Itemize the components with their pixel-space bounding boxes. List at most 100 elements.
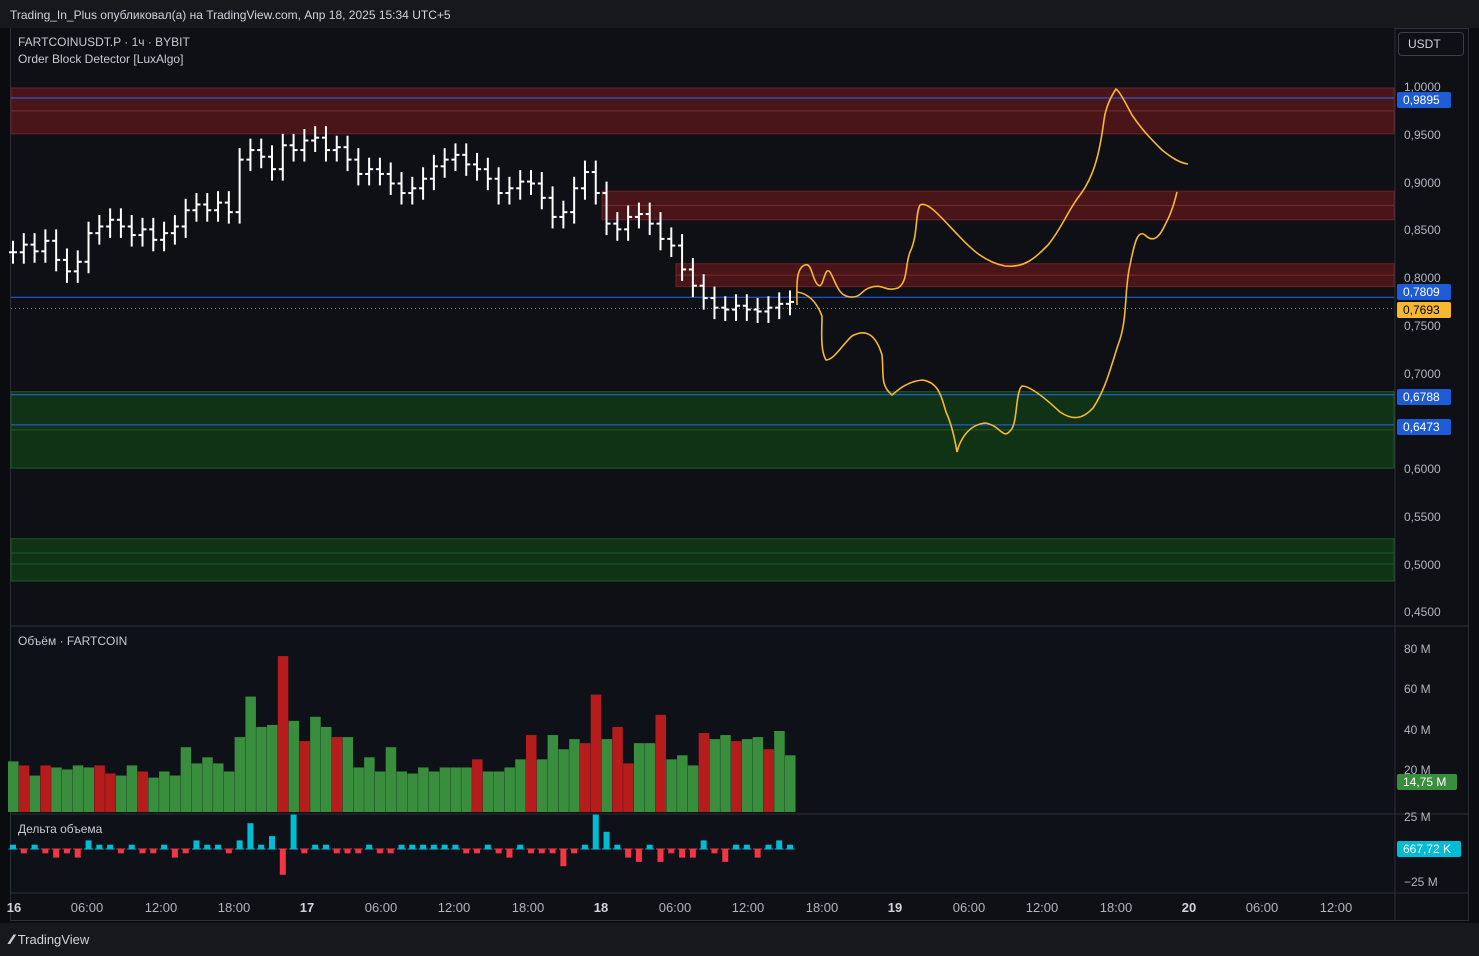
volume-axis-label: 80 M (1404, 642, 1431, 656)
volume-bar (364, 757, 375, 812)
volume-bar (709, 739, 720, 812)
indicator-legend[interactable]: Order Block Detector [LuxAlgo] (18, 52, 183, 66)
delta-bar (355, 849, 362, 854)
volume-bar (310, 716, 321, 812)
volume-bar (450, 767, 461, 812)
volume-bar (785, 755, 796, 812)
volume-bar (223, 771, 235, 812)
delta-bar (247, 823, 254, 849)
volume-bar (342, 737, 354, 812)
volume-bar (385, 747, 397, 812)
volume-bar (569, 739, 580, 812)
volume-bar (493, 771, 505, 812)
volume-bar (720, 735, 731, 812)
delta-bar (128, 844, 135, 849)
delta-bar (171, 849, 178, 858)
price-axis-label: 0,6000 (1404, 462, 1441, 476)
volume-bar (752, 737, 764, 812)
volume-bar (331, 737, 343, 812)
delta-bar (614, 844, 621, 849)
time-axis-label: 18:00 (1099, 900, 1133, 915)
volume-bar (8, 761, 19, 812)
volume-bar (536, 759, 548, 812)
volume-bar (558, 749, 569, 812)
volume-bar (277, 656, 289, 812)
volume-bar (213, 763, 224, 812)
volume-bar (137, 771, 148, 812)
delta-bar (581, 844, 588, 849)
delta-bar (441, 844, 448, 849)
currency-selector[interactable]: USDT (1398, 32, 1464, 56)
delta-bar (592, 814, 599, 849)
volume-bar (526, 735, 537, 812)
volume-bar (590, 694, 602, 812)
volume-bar (288, 720, 300, 812)
delta-last-tag: 667,72 K (1397, 841, 1461, 857)
time-axis-label: 17 (299, 900, 315, 915)
volume-bar (677, 755, 688, 812)
volume-bar (407, 773, 418, 812)
bottom-bar: ⁄⁄ TradingView (0, 923, 1479, 956)
volume-bar (18, 765, 30, 812)
price-axis-label: 0,9500 (1404, 127, 1441, 142)
brand-name: TradingView (17, 931, 90, 947)
delta-bar (668, 849, 675, 854)
delta-bar (53, 849, 60, 858)
volume-bar (741, 739, 753, 812)
delta-bar (452, 844, 459, 849)
time-axis-label: 16 (6, 900, 22, 915)
chart-canvas[interactable] (0, 0, 1479, 956)
tradingview-logo[interactable]: ⁄⁄ TradingView (10, 931, 89, 947)
volume-last-tag: 14,75 M (1397, 774, 1457, 790)
time-axis-label: 18:00 (217, 900, 251, 915)
volume-bar (439, 767, 451, 812)
volume-bar (666, 759, 677, 812)
time-axis-label: 06:00 (658, 900, 692, 915)
volume-pane-title[interactable]: Объём · FARTCOIN (18, 634, 127, 648)
volume-bar (180, 747, 192, 812)
delta-bar (301, 849, 308, 854)
volume-bar (94, 765, 105, 812)
delta-bar (312, 844, 319, 849)
delta-axis-label: 25 M (1404, 810, 1431, 824)
delta-bar (107, 844, 114, 849)
volume-bar (320, 726, 332, 812)
delta-bar (463, 849, 470, 854)
delta-bar (74, 849, 81, 858)
delta-bar (733, 844, 740, 849)
delta-bar (474, 849, 481, 854)
delta-bar (333, 849, 340, 854)
volume-bar (353, 767, 364, 812)
volume-bar (472, 759, 483, 812)
delta-bar (722, 849, 729, 862)
delta-bar (603, 831, 610, 849)
symbol-legend[interactable]: FARTCOINUSDT.P · 1ч · BYBIT (18, 35, 190, 49)
delta-bar (290, 814, 297, 849)
delta-bar (787, 844, 793, 849)
volume-bar (148, 777, 159, 812)
delta-bar (269, 836, 275, 849)
delta-bar (31, 844, 38, 849)
tradingview-icon: ⁄⁄ (10, 931, 14, 947)
delta-pane-title[interactable]: Дельта объема (18, 822, 102, 836)
time-axis-label: 06:00 (364, 900, 398, 915)
volume-bar (623, 763, 634, 812)
time-axis-label: 06:00 (70, 900, 104, 915)
delta-bar (258, 844, 265, 849)
delta-bar (150, 849, 157, 854)
delta-bar (20, 849, 27, 854)
volume-bar (601, 739, 613, 812)
volume-bar (51, 767, 62, 812)
time-axis-label: 12:00 (437, 900, 471, 915)
delta-bar (528, 849, 534, 854)
delta-bar (409, 844, 416, 849)
time-axis-label: 19 (887, 900, 903, 915)
volume-bar (256, 726, 267, 812)
time-axis-label: 06:00 (1245, 900, 1279, 915)
delta-bar (387, 849, 394, 854)
volume-bar (461, 767, 472, 812)
volume-bar (655, 714, 666, 812)
delta-bar (161, 844, 168, 849)
volume-bar (547, 735, 559, 812)
volume-bar (428, 771, 440, 812)
